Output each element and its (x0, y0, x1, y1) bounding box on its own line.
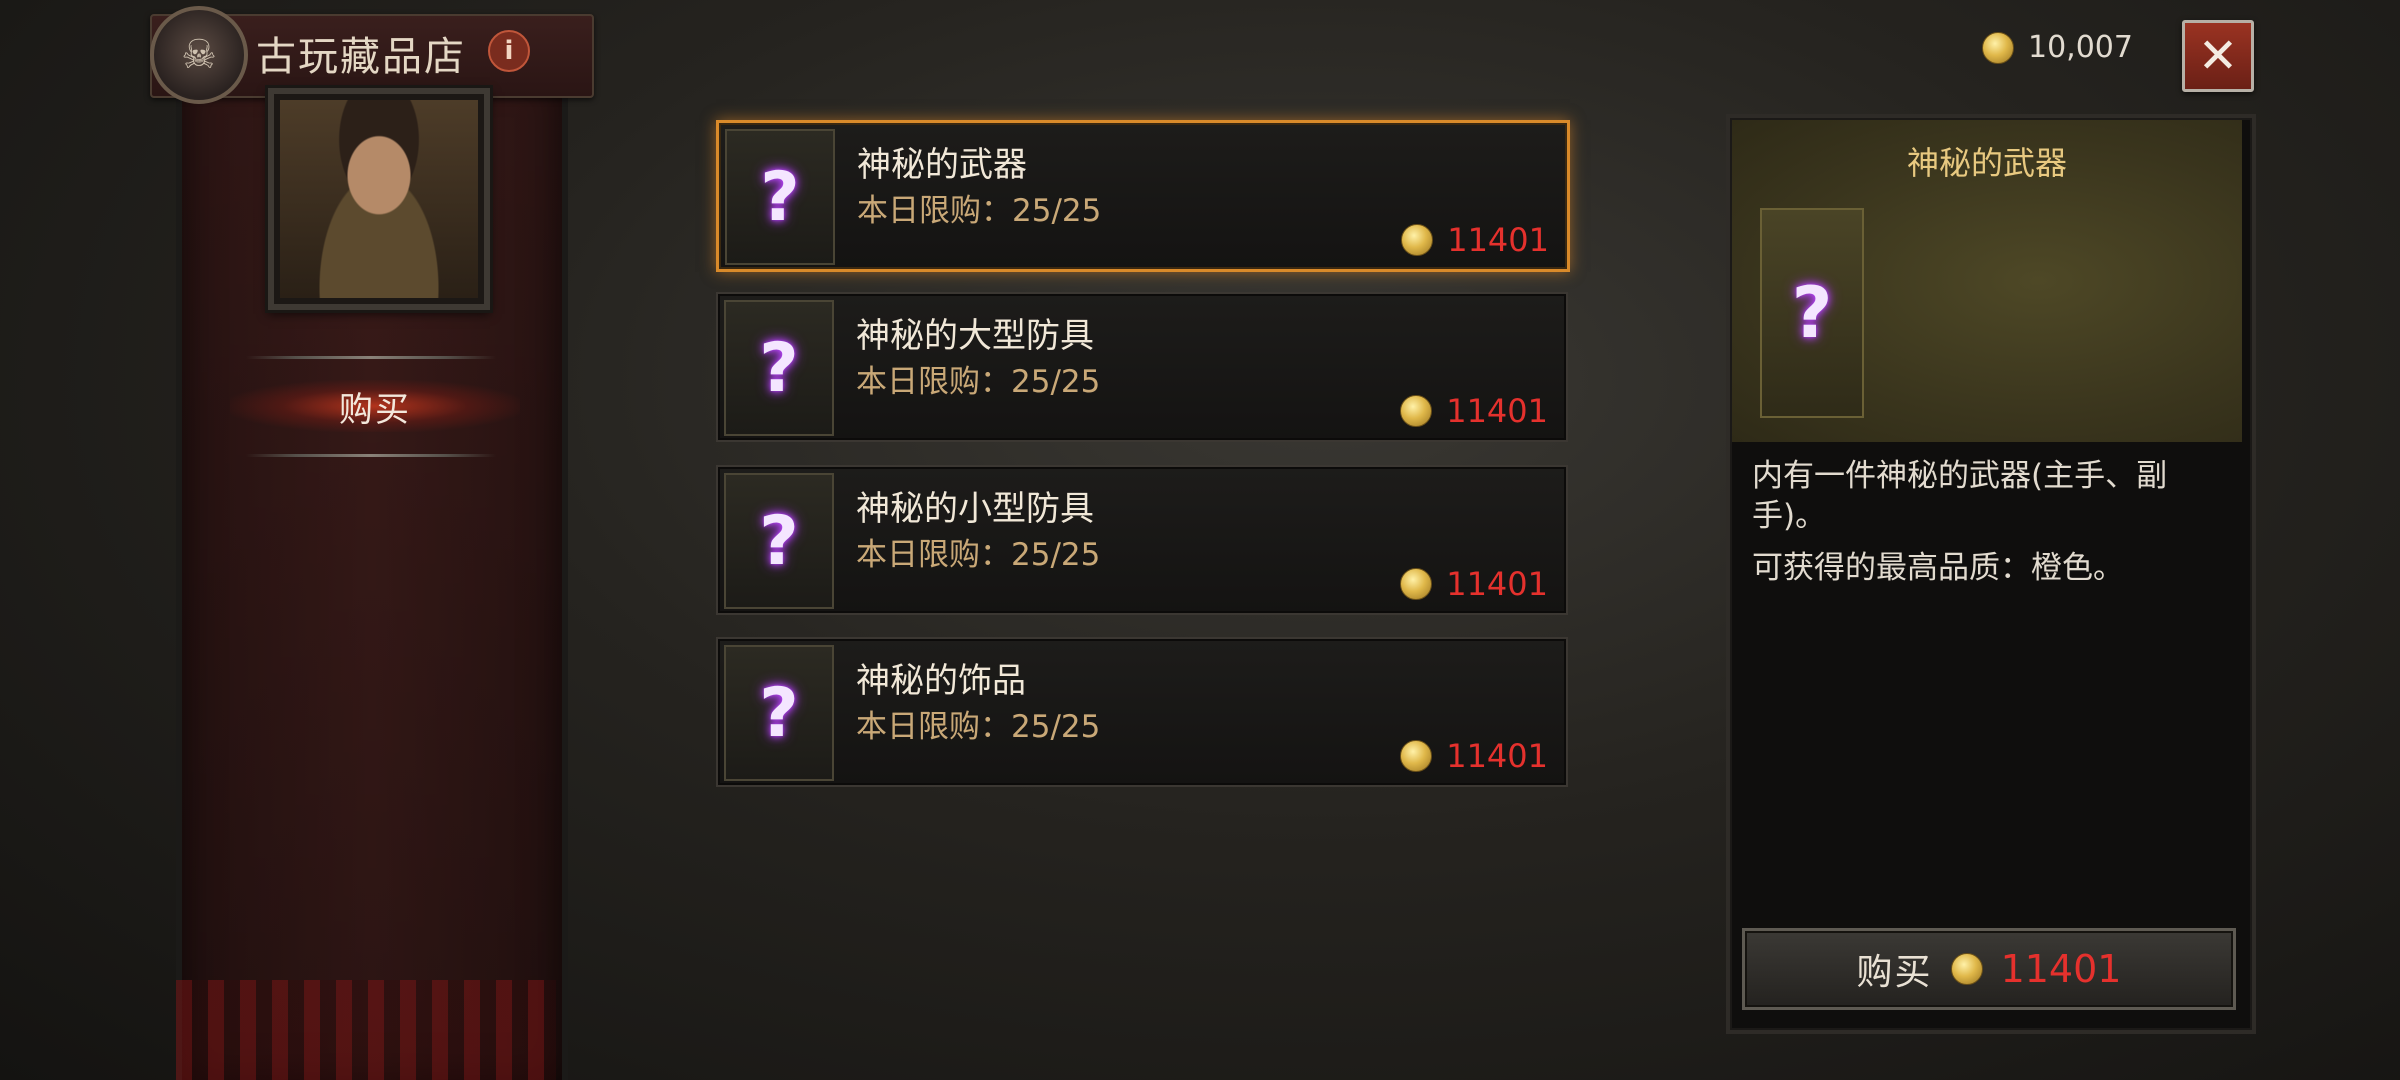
question-mark-icon: ? (759, 501, 799, 581)
buy-button[interactable]: 购买 11401 (1742, 928, 2236, 1010)
shop-item-mystery-large-armor[interactable]: ? 神秘的大型防具 本日限购：25/25 11401 (716, 292, 1568, 442)
gold-coin-icon (1982, 31, 2014, 64)
buy-button-price: 11401 (2000, 947, 2122, 991)
item-detail-description: 内有一件神秘的武器(主手、副手)。 (1752, 458, 2168, 534)
shop-item-mystery-small-armor[interactable]: ? 神秘的小型防具 本日限购：25/25 11401 (716, 465, 1568, 615)
banner-fringe (176, 980, 556, 1080)
item-daily-limit: 本日限购：25/25 (856, 709, 1101, 745)
item-price: 11401 (1400, 392, 1548, 430)
gold-coin-icon (1401, 224, 1434, 256)
question-mark-icon: ? (759, 328, 799, 408)
gold-coin-icon (1950, 953, 1983, 985)
question-mark-icon: ? (759, 673, 799, 753)
mystery-large-armor-icon: ? (724, 300, 834, 436)
item-detail-title: 神秘的武器 (1906, 144, 2067, 182)
question-mark-icon: ? (1791, 272, 1833, 354)
item-daily-limit: 本日限购：25/25 (856, 537, 1101, 573)
info-icon[interactable]: i (488, 30, 530, 72)
shop-item-mystery-jewelry[interactable]: ? 神秘的饰品 本日限购：25/25 11401 (716, 637, 1568, 787)
gold-coin-icon (1400, 740, 1433, 772)
item-name: 神秘的大型防具 (856, 316, 1094, 356)
mystery-small-armor-icon: ? (724, 473, 834, 609)
gold-amount: 10,007 (2028, 30, 2133, 65)
close-button[interactable]: ✕ (2182, 20, 2254, 92)
item-name: 神秘的武器 (857, 145, 1027, 185)
vendor-portrait (280, 100, 478, 298)
gold-coin-icon (1400, 395, 1433, 427)
item-price-value: 11401 (1446, 565, 1548, 603)
skull-emblem-icon: ☠ (150, 6, 248, 104)
item-price-value: 11401 (1446, 392, 1548, 430)
mystery-weapon-large-icon: ? (1760, 208, 1864, 418)
item-name: 神秘的小型防具 (856, 489, 1094, 529)
vendor-title: 古玩藏品店 (256, 34, 466, 80)
buy-button-label: 购买 (1856, 952, 1933, 993)
question-mark-icon: ? (760, 157, 800, 237)
gold-coin-icon (1400, 568, 1433, 600)
item-daily-limit: 本日限购：25/25 (857, 193, 1102, 229)
item-price: 11401 (1400, 737, 1548, 775)
tab-buy[interactable]: 购买 (230, 380, 520, 432)
item-detail-quality: 可获得的最高品质：橙色。 (1752, 550, 2124, 586)
gold-balance: 10,007 (1982, 30, 2133, 65)
mystery-jewelry-icon: ? (724, 645, 834, 781)
item-name: 神秘的饰品 (856, 661, 1026, 701)
tab-divider-bottom (246, 454, 496, 457)
item-price-value: 11401 (1447, 221, 1549, 259)
item-price-value: 11401 (1446, 737, 1548, 775)
item-daily-limit: 本日限购：25/25 (856, 364, 1101, 400)
shop-item-mystery-weapon[interactable]: ? 神秘的武器 本日限购：25/25 11401 (716, 120, 1570, 272)
item-price: 11401 (1401, 221, 1549, 259)
item-price: 11401 (1400, 565, 1548, 603)
close-icon: ✕ (2197, 28, 2239, 84)
tab-divider-top (246, 356, 496, 359)
mystery-weapon-icon: ? (725, 129, 835, 265)
